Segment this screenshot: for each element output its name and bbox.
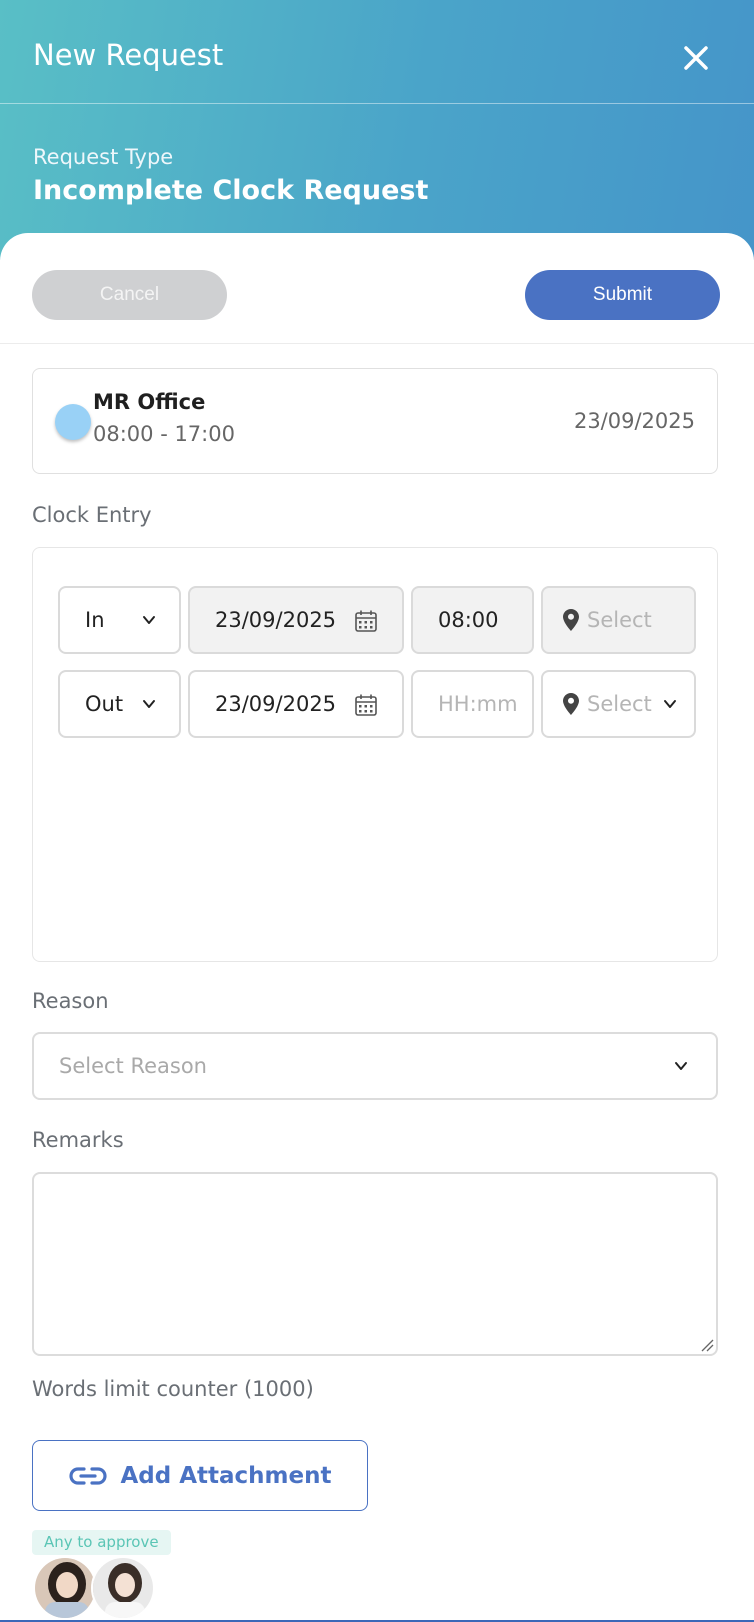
remarks-label: Remarks	[32, 1128, 124, 1152]
reason-select[interactable]: Select Reason	[32, 1032, 718, 1100]
clock-type-value: In	[85, 608, 105, 632]
location-placeholder: Select	[587, 692, 652, 716]
remarks-textarea[interactable]	[32, 1172, 718, 1356]
clock-entry-box: In 23/09/2025 08:00 Select Out 23/09/202…	[32, 547, 718, 962]
add-attachment-button[interactable]: Add Attachment	[32, 1440, 368, 1511]
location-pin-icon	[563, 693, 579, 715]
form-card: Cancel Submit MR Office 08:00 - 17:00 23…	[0, 233, 754, 1622]
request-type-value: Incomplete Clock Request	[33, 175, 429, 206]
header: New Request Request Type Incomplete Cloc…	[0, 0, 754, 260]
approver-avatar[interactable]	[33, 1556, 97, 1620]
clock-date-input-out[interactable]: 23/09/2025	[188, 670, 404, 738]
clock-time-placeholder: HH:mm	[438, 692, 518, 716]
header-divider	[0, 103, 754, 104]
shift-card: MR Office 08:00 - 17:00 23/09/2025	[32, 368, 718, 474]
shift-color-dot	[55, 404, 91, 440]
location-select-in[interactable]: Select	[541, 586, 696, 654]
calendar-icon	[355, 610, 377, 632]
reason-label: Reason	[32, 989, 109, 1013]
page-title: New Request	[33, 38, 224, 72]
reason-placeholder: Select Reason	[59, 1054, 207, 1078]
clock-type-select-out[interactable]: Out	[58, 670, 181, 738]
close-button[interactable]	[676, 38, 716, 78]
words-limit-counter: Words limit counter (1000)	[32, 1377, 314, 1401]
clock-date-value: 23/09/2025	[215, 692, 337, 716]
actions-divider	[0, 343, 754, 344]
clock-time-input-in[interactable]: 08:00	[411, 586, 534, 654]
avatar-image	[93, 1558, 153, 1618]
shift-date: 23/09/2025	[573, 409, 695, 433]
clock-date-value: 23/09/2025	[215, 608, 337, 632]
clock-time-input-out[interactable]: HH:mm	[411, 670, 534, 738]
chevron-down-icon	[664, 700, 676, 708]
location-placeholder: Select	[587, 608, 652, 632]
approval-badge: Any to approve	[32, 1530, 171, 1555]
chevron-down-icon	[143, 700, 155, 708]
clock-type-value: Out	[85, 692, 124, 716]
close-icon	[684, 46, 708, 70]
link-icon	[68, 1466, 107, 1485]
approver-avatar[interactable]	[91, 1556, 155, 1620]
add-attachment-label: Add Attachment	[120, 1462, 332, 1489]
location-pin-icon	[563, 609, 579, 631]
calendar-icon	[355, 694, 377, 716]
shift-time: 08:00 - 17:00	[93, 422, 235, 446]
clock-date-input-in[interactable]: 23/09/2025	[188, 586, 404, 654]
clock-time-value: 08:00	[438, 608, 499, 632]
clock-entry-label: Clock Entry	[32, 503, 152, 527]
request-type-label: Request Type	[33, 145, 174, 169]
location-select-out[interactable]: Select	[541, 670, 696, 738]
chevron-down-icon	[675, 1062, 687, 1070]
avatar-image	[35, 1558, 95, 1618]
clock-type-select-in[interactable]: In	[58, 586, 181, 654]
submit-button[interactable]: Submit	[525, 270, 720, 320]
chevron-down-icon	[143, 616, 155, 624]
cancel-button[interactable]: Cancel	[32, 270, 227, 320]
resize-handle-icon[interactable]	[700, 1338, 714, 1352]
shift-name: MR Office	[93, 390, 206, 414]
